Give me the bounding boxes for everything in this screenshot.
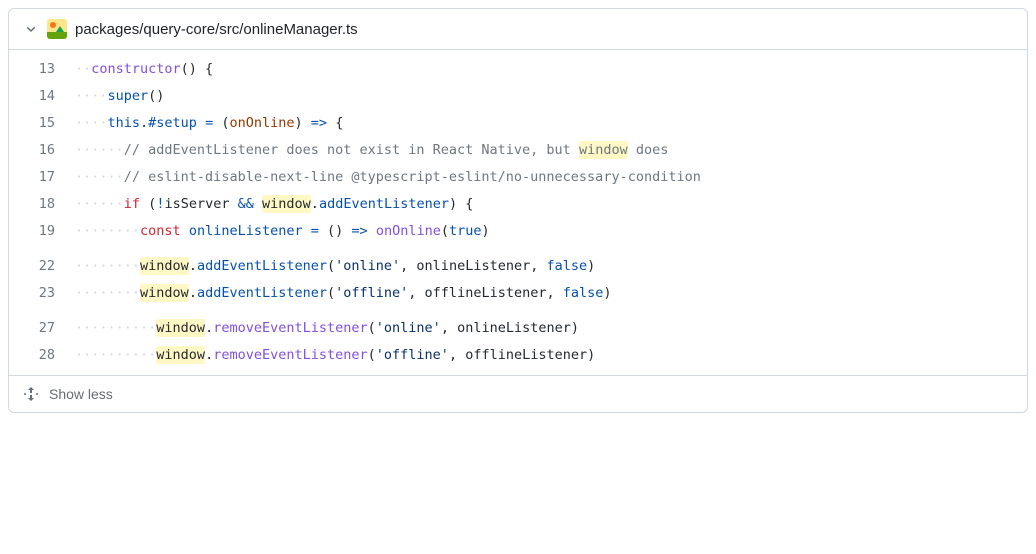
file-path[interactable]: packages/query-core/src/onlineManager.ts [75, 21, 358, 38]
line-number[interactable]: 14 [9, 83, 75, 110]
code-content: ········window.addEventListener('offline… [75, 280, 1027, 307]
code-content: ······// eslint-disable-next-line @types… [75, 164, 1027, 191]
code-line: 16······// addEventListener does not exi… [9, 137, 1027, 164]
code-line: 19········const onlineListener = () => o… [9, 218, 1027, 245]
code-content: ····this.#setup = (onOnline) => { [75, 110, 1027, 137]
collapse-icon[interactable] [23, 386, 39, 402]
show-less-button[interactable]: Show less [49, 386, 113, 402]
file-header: packages/query-core/src/onlineManager.ts [9, 9, 1027, 50]
code-line: 22········window.addEventListener('onlin… [9, 253, 1027, 280]
chevron-down-icon[interactable] [23, 21, 39, 37]
file-result: packages/query-core/src/onlineManager.ts… [8, 8, 1028, 413]
code-line: 18······if (!isServer && window.addEvent… [9, 191, 1027, 218]
code-content: ··········window.removeEventListener('of… [75, 342, 1027, 369]
code-block: 13··constructor() {14····super()15····th… [9, 50, 1027, 375]
code-line: 15····this.#setup = (onOnline) => { [9, 110, 1027, 137]
file-type-icon [47, 19, 67, 39]
code-content: ········const onlineListener = () => onO… [75, 218, 1027, 245]
line-number[interactable]: 13 [9, 56, 75, 83]
code-content: ··········window.removeEventListener('on… [75, 315, 1027, 342]
code-content: ········window.addEventListener('online'… [75, 253, 1027, 280]
line-number[interactable]: 28 [9, 342, 75, 369]
code-line: 17······// eslint-disable-next-line @typ… [9, 164, 1027, 191]
line-number[interactable]: 22 [9, 253, 75, 280]
code-content: ······if (!isServer && window.addEventLi… [75, 191, 1027, 218]
code-content: ··constructor() { [75, 56, 1027, 83]
code-line: 27··········window.removeEventListener('… [9, 315, 1027, 342]
line-number[interactable]: 15 [9, 110, 75, 137]
line-number[interactable]: 16 [9, 137, 75, 164]
code-content: ······// addEventListener does not exist… [75, 137, 1027, 164]
line-number[interactable]: 23 [9, 280, 75, 307]
code-content: ····super() [75, 83, 1027, 110]
file-footer: Show less [9, 375, 1027, 412]
line-number[interactable]: 27 [9, 315, 75, 342]
code-line: 14····super() [9, 83, 1027, 110]
line-number[interactable]: 18 [9, 191, 75, 218]
line-number[interactable]: 17 [9, 164, 75, 191]
code-line: 23········window.addEventListener('offli… [9, 280, 1027, 307]
code-line: 28··········window.removeEventListener('… [9, 342, 1027, 369]
line-number[interactable]: 19 [9, 218, 75, 245]
code-line: 13··constructor() { [9, 56, 1027, 83]
